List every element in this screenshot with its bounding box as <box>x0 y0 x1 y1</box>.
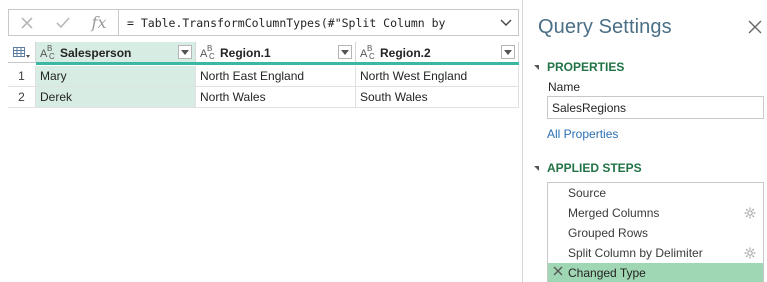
column-header-label: Salesperson <box>60 45 132 60</box>
row-number[interactable]: 2 <box>8 87 36 107</box>
column-header-region2[interactable]: ABC Region.2 <box>356 42 519 63</box>
data-grid: ABC Salesperson ABC Region.1 ABC Region.… <box>8 42 519 108</box>
text-type-icon[interactable]: ABC <box>360 44 380 61</box>
filter-dropdown-icon[interactable] <box>338 45 352 59</box>
grid-header: ABC Salesperson ABC Region.1 ABC Region.… <box>8 42 519 65</box>
table-row[interactable]: 1 Mary North East England North West Eng… <box>8 66 519 87</box>
name-label: Name <box>548 80 581 94</box>
close-icon[interactable] <box>748 20 764 36</box>
step-source[interactable]: Source <box>548 183 763 203</box>
step-merged-columns[interactable]: Merged Columns <box>548 203 763 223</box>
all-properties-link[interactable]: All Properties <box>547 127 618 141</box>
column-header-region1[interactable]: ABC Region.1 <box>196 42 356 63</box>
step-label: Split Column by Delimiter <box>568 246 703 260</box>
close-icon[interactable] <box>9 10 45 35</box>
column-quality-bar <box>36 62 519 65</box>
table-cell[interactable]: North East England <box>196 66 356 86</box>
table-cell[interactable]: Mary <box>36 66 196 86</box>
chevron-down-icon[interactable] <box>499 16 513 30</box>
step-grouped-rows[interactable]: Grouped Rows <box>548 223 763 243</box>
collapse-triangle-icon[interactable] <box>534 165 539 171</box>
collapse-triangle-icon[interactable] <box>534 64 539 70</box>
fx-icon[interactable]: fx <box>81 10 117 35</box>
text-type-icon[interactable]: ABC <box>200 44 220 61</box>
filter-dropdown-icon[interactable] <box>178 45 192 59</box>
applied-steps-list: Source Merged Columns Grouped Rows Split… <box>547 182 764 282</box>
column-header-label: Region.2 <box>380 45 431 60</box>
step-label: Grouped Rows <box>568 226 649 240</box>
table-row[interactable]: 2 Derek North Wales South Wales <box>8 87 519 108</box>
section-title: PROPERTIES <box>547 60 625 74</box>
gear-icon[interactable] <box>744 207 756 219</box>
table-cell[interactable]: South Wales <box>356 87 519 107</box>
step-label: Changed Type <box>568 266 646 280</box>
query-settings-pane: Query Settings PROPERTIES Name SalesRegi… <box>524 0 767 282</box>
table-cell[interactable]: North West England <box>356 66 519 86</box>
properties-section-header[interactable]: PROPERTIES <box>534 60 624 74</box>
section-title: APPLIED STEPS <box>547 161 642 175</box>
step-changed-type[interactable]: Changed Type <box>548 263 763 282</box>
step-label: Merged Columns <box>568 206 660 220</box>
row-number[interactable]: 1 <box>8 66 36 86</box>
column-header-label: Region.1 <box>220 45 271 60</box>
checkmark-icon[interactable] <box>45 10 81 35</box>
query-editor-main: fx = Table.TransformColumnTypes(#"Split … <box>0 0 523 282</box>
formula-bar: fx = Table.TransformColumnTypes(#"Split … <box>8 9 519 36</box>
formula-input[interactable]: = Table.TransformColumnTypes(#"Split Col… <box>118 9 519 36</box>
formula-bar-buttons: fx <box>8 9 118 36</box>
query-name-input[interactable]: SalesRegions <box>547 96 764 119</box>
text-type-icon[interactable]: ABC <box>40 44 60 61</box>
filter-dropdown-icon[interactable] <box>501 45 515 59</box>
step-label: Source <box>568 186 607 200</box>
table-menu-icon[interactable] <box>8 42 36 63</box>
pane-title: Query Settings <box>538 16 672 38</box>
fx-label: fx <box>91 13 107 32</box>
applied-steps-section-header[interactable]: APPLIED STEPS <box>534 161 642 175</box>
delete-step-icon[interactable] <box>553 266 563 278</box>
column-header-salesperson[interactable]: ABC Salesperson <box>36 42 196 63</box>
gear-icon[interactable] <box>744 247 756 259</box>
table-cell[interactable]: North Wales <box>196 87 356 107</box>
table-cell[interactable]: Derek <box>36 87 196 107</box>
step-split-column[interactable]: Split Column by Delimiter <box>548 243 763 263</box>
formula-text: = Table.TransformColumnTypes(#"Split Col… <box>127 15 446 30</box>
